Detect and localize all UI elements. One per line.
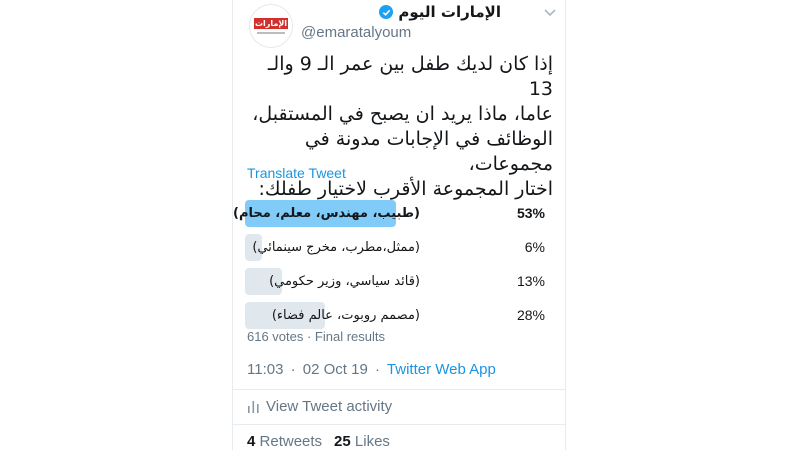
poll-option: (طبيب، مهندس، معلم، محام) 53% xyxy=(233,198,545,227)
poll-option-label: (مصمم روبوت، عالم فضاء) xyxy=(271,308,420,323)
translate-tweet-link[interactable]: Translate Tweet xyxy=(247,165,346,181)
timestamp-row: 11:03 · 02 Oct 19 · Twitter Web App xyxy=(247,361,496,378)
poll-results-meta: 616 votes · Final results xyxy=(247,329,386,344)
poll-option-percent: 53% xyxy=(516,205,545,221)
poll-option: (مصمم روبوت، عالم فضاء) 28% xyxy=(245,300,545,329)
view-tweet-activity-label: View Tweet activity xyxy=(266,398,393,415)
separator-dot: · xyxy=(290,361,296,378)
avatar[interactable]: الإمارات اليوم xyxy=(249,4,293,48)
tweet-time[interactable]: 11:03 xyxy=(247,361,283,378)
retweets-stat[interactable]: 4 Retweets xyxy=(247,433,322,450)
likes-count: 25 xyxy=(334,433,351,450)
separator-dot: · xyxy=(375,361,380,378)
activity-bars-icon xyxy=(248,401,259,413)
avatar-logo-text: الإمارات اليوم xyxy=(254,18,288,39)
verified-badge-icon xyxy=(379,5,394,19)
tweet-text-line: إذا كان لديك طفل بين عمر الـ 9 والـ 13 xyxy=(267,53,553,100)
likes-label: Likes xyxy=(354,433,390,450)
tweet-text-line: عاما، ماذا يريد ان يصبح في المستقبل، xyxy=(252,103,553,125)
chevron-down-icon[interactable] xyxy=(543,8,557,18)
account-name-row: الإمارات اليوم xyxy=(301,2,501,22)
tweet-source-link[interactable]: Twitter Web App xyxy=(387,361,496,378)
poll-option-label: (قائد سياسي، وزير حكومي) xyxy=(269,274,420,289)
tweet-card: الإمارات اليوم الإمارات اليوم @emarataly… xyxy=(232,0,566,450)
poll-option-percent: 28% xyxy=(516,307,545,323)
retweets-count: 4 xyxy=(247,433,256,450)
retweets-label: Retweets xyxy=(259,433,323,450)
tweet-date[interactable]: 02 Oct 19 xyxy=(303,361,368,378)
avatar-logo-underline xyxy=(257,32,285,34)
divider xyxy=(233,389,565,390)
poll-option: (قائد سياسي، وزير حكومي) 13% xyxy=(245,266,545,295)
divider xyxy=(233,424,565,425)
account-handle[interactable]: @emaratalyoum xyxy=(301,24,411,41)
poll: (طبيب، مهندس، معلم، محام) 53% (ممثل،مطرب… xyxy=(233,198,545,334)
view-tweet-activity-link[interactable]: View Tweet activity xyxy=(247,398,392,415)
poll-option-label: (ممثل،مطرب، مخرج سينمائي) xyxy=(252,240,420,255)
likes-stat[interactable]: 25 Likes xyxy=(334,433,390,450)
poll-option: (ممثل،مطرب، مخرج سينمائي) 6% xyxy=(245,232,545,261)
poll-option-percent: 6% xyxy=(524,239,545,255)
account-name[interactable]: الإمارات اليوم xyxy=(398,3,501,21)
tweet-stats: 4 Retweets 25 Likes xyxy=(247,433,390,450)
poll-option-label: (طبيب، مهندس، معلم، محام) xyxy=(233,206,420,221)
poll-option-percent: 13% xyxy=(516,273,545,289)
